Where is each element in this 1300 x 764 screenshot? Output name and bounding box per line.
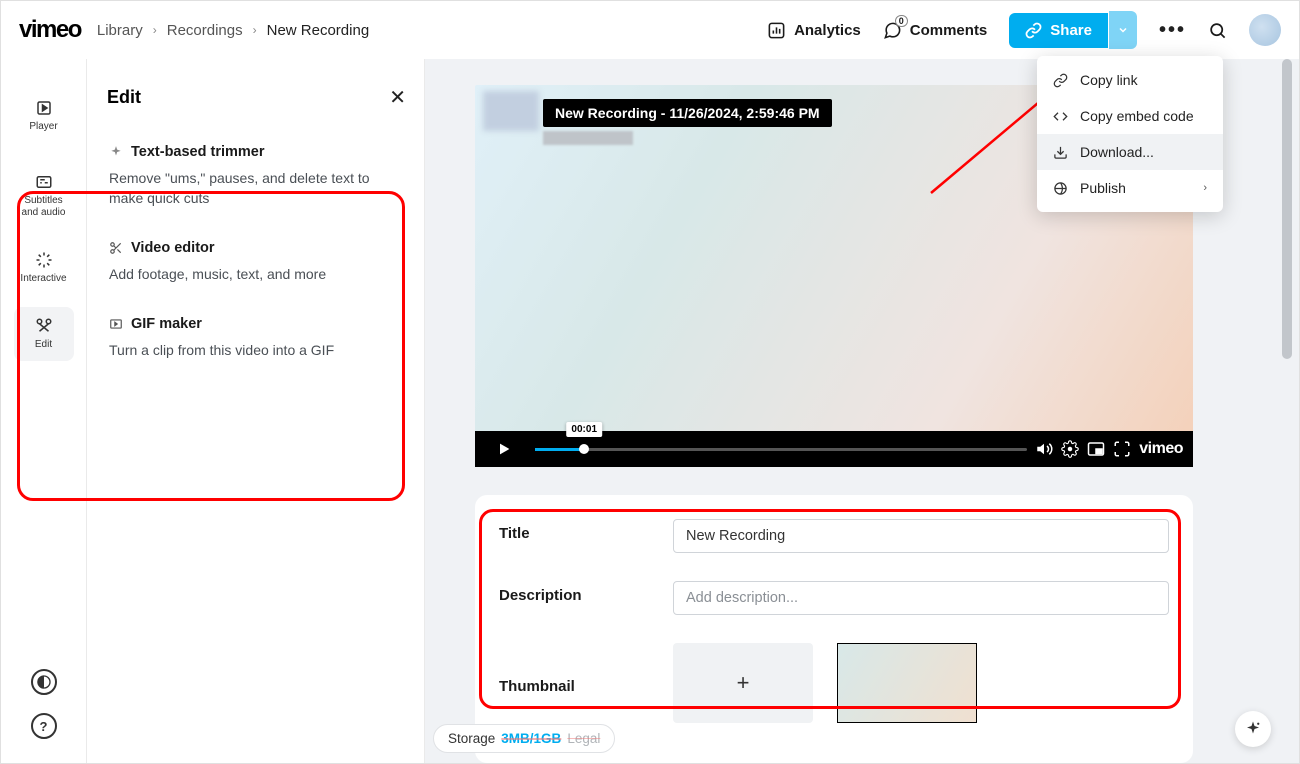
download-icon: [1053, 145, 1068, 160]
storage-label: Storage: [448, 731, 495, 746]
tool-desc: Add footage, music, text, and more: [109, 264, 406, 284]
share-button[interactable]: Share: [1009, 13, 1108, 48]
share-caret-button[interactable]: [1109, 11, 1137, 49]
preview-thumbnail-blur: [483, 91, 539, 131]
details-card: Title New Recording Description Add desc…: [475, 495, 1193, 763]
comments-badge: 0: [895, 15, 908, 27]
rail-subtitles-label: Subtitles and audio: [20, 195, 68, 219]
breadcrumb-recordings[interactable]: Recordings: [167, 22, 243, 39]
publish-icon: [1053, 181, 1068, 196]
pip-button[interactable]: [1087, 440, 1105, 458]
menu-label: Copy embed code: [1080, 108, 1194, 124]
tool-video-editor[interactable]: Video editor Add footage, music, text, a…: [109, 240, 406, 284]
more-menu-button[interactable]: •••: [1159, 19, 1186, 42]
volume-button[interactable]: [1035, 440, 1053, 458]
tool-desc: Turn a clip from this video into a GIF: [109, 340, 406, 360]
comments-icon: 0: [883, 21, 902, 40]
analytics-label: Analytics: [794, 22, 861, 39]
play-button[interactable]: [485, 433, 523, 465]
tool-title: Video editor: [131, 240, 215, 256]
menu-label: Copy link: [1080, 72, 1138, 88]
progress-fill: [535, 448, 584, 451]
publish-item[interactable]: Publish ›: [1037, 170, 1223, 206]
chevron-right-icon: ›: [1203, 182, 1207, 194]
help-button[interactable]: ?: [31, 713, 57, 739]
redacted-bar: [543, 131, 633, 145]
tool-desc: Remove "ums," pauses, and delete text to…: [109, 168, 406, 208]
time-tooltip: 00:01: [566, 422, 602, 437]
rail-player[interactable]: Player: [14, 89, 74, 143]
rail-edit[interactable]: Edit: [14, 307, 74, 361]
link-icon: [1053, 73, 1068, 88]
vimeo-logo[interactable]: vimeo: [19, 16, 81, 44]
description-label: Description: [499, 581, 649, 604]
settings-button[interactable]: [1061, 440, 1079, 458]
progress-handle[interactable]: [579, 444, 589, 454]
thumbnail-preview[interactable]: [837, 643, 977, 723]
chevron-right-icon: ›: [253, 23, 257, 37]
link-icon: [1025, 22, 1042, 39]
share-label: Share: [1050, 22, 1092, 39]
storage-pill[interactable]: Storage 3MB/1GB Legal: [433, 724, 615, 753]
storage-ratio: 3MB/1GB: [501, 731, 561, 746]
menu-label: Publish: [1080, 180, 1126, 196]
user-avatar[interactable]: [1249, 14, 1281, 46]
comments-button[interactable]: 0 Comments: [883, 21, 988, 40]
fullscreen-button[interactable]: [1113, 440, 1131, 458]
breadcrumb: Library › Recordings › New Recording: [97, 22, 369, 39]
edit-panel: Edit ✕ Text-based trimmer Remove "ums," …: [87, 59, 425, 763]
breadcrumb-library[interactable]: Library: [97, 22, 143, 39]
tool-title: Text-based trimmer: [131, 144, 265, 160]
comments-label: Comments: [910, 22, 988, 39]
rail-interactive-label: Interactive: [20, 273, 66, 285]
description-input[interactable]: Add description...: [673, 581, 1169, 615]
gif-icon: [109, 317, 123, 331]
analytics-icon: [767, 21, 786, 40]
menu-label: Download...: [1080, 144, 1154, 160]
scissors-icon: [109, 241, 123, 255]
ai-sparkle-fab[interactable]: [1235, 711, 1271, 747]
theme-toggle[interactable]: [31, 669, 57, 695]
video-controls: 00:01 vimeo: [475, 431, 1193, 467]
close-panel-button[interactable]: ✕: [389, 85, 406, 110]
add-thumbnail-button[interactable]: +: [673, 643, 813, 723]
rail-interactive[interactable]: Interactive: [14, 241, 74, 295]
progress-bar[interactable]: 00:01: [535, 448, 1027, 451]
thumbnail-label: Thumbnail: [499, 672, 649, 695]
breadcrumb-current: New Recording: [267, 22, 370, 39]
copy-embed-item[interactable]: Copy embed code: [1037, 98, 1223, 134]
chevron-right-icon: ›: [153, 23, 157, 37]
scrollbar[interactable]: [1282, 59, 1292, 359]
tool-text-trimmer[interactable]: Text-based trimmer Remove "ums," pauses,…: [109, 144, 406, 208]
rail-player-label: Player: [29, 121, 57, 133]
tool-title: GIF maker: [131, 316, 202, 332]
sparkle-icon: [109, 145, 123, 159]
tool-gif-maker[interactable]: GIF maker Turn a clip from this video in…: [109, 316, 406, 360]
title-input[interactable]: New Recording: [673, 519, 1169, 553]
edit-panel-title: Edit: [107, 87, 141, 108]
copy-link-item[interactable]: Copy link: [1037, 62, 1223, 98]
rail-edit-label: Edit: [35, 339, 52, 351]
video-title-overlay: New Recording - 11/26/2024, 2:59:46 PM: [543, 99, 832, 127]
title-label: Title: [499, 519, 649, 542]
vimeo-player-logo[interactable]: vimeo: [1139, 440, 1183, 458]
download-item[interactable]: Download...: [1037, 134, 1223, 170]
analytics-button[interactable]: Analytics: [767, 21, 861, 40]
storage-legal: Legal: [567, 731, 600, 746]
search-button[interactable]: [1208, 21, 1227, 40]
rail-subtitles[interactable]: Subtitles and audio: [14, 163, 74, 229]
side-rail: Player Subtitles and audio Interactive E…: [1, 59, 87, 763]
code-icon: [1053, 109, 1068, 124]
share-dropdown: Copy link Copy embed code Download... Pu…: [1037, 56, 1223, 212]
top-bar: vimeo Library › Recordings › New Recordi…: [1, 1, 1299, 59]
